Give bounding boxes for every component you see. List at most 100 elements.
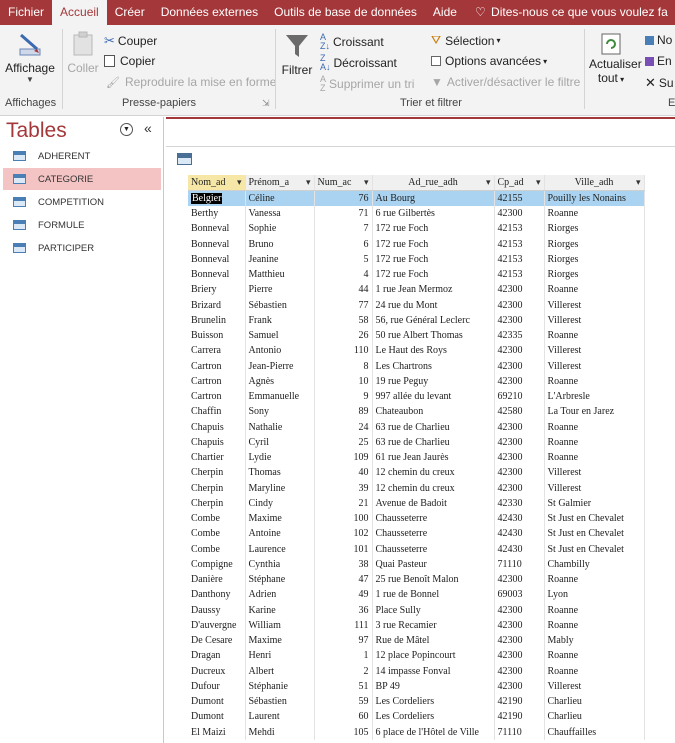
table-cell[interactable]: Bonneval xyxy=(188,267,246,283)
table-cell[interactable]: 3 rue Recamier xyxy=(372,617,495,633)
filter-button[interactable]: Filtrer xyxy=(280,33,314,93)
table-cell[interactable]: Roanne xyxy=(544,663,645,679)
table-cell[interactable]: Roanne xyxy=(544,602,645,618)
table-row[interactable]: Chartier Lydie 109 61 rue Jean Jaurès 42300 R… xyxy=(188,450,645,466)
table-cell[interactable]: 71110 xyxy=(494,724,545,740)
table-cell[interactable]: 42300 xyxy=(494,373,545,389)
table-row[interactable]: Danthony Adrien 49 1 rue de Bonnel 69003 Lyon xyxy=(188,587,645,603)
table-cell[interactable]: 42300 xyxy=(494,617,545,633)
table-cell[interactable]: 42300 xyxy=(494,358,545,374)
table-cell[interactable]: Antoine xyxy=(245,526,315,542)
chevron-down-icon[interactable]: ▾ xyxy=(306,175,311,190)
table-cell[interactable]: William xyxy=(245,617,315,633)
table-cell[interactable]: 42580 xyxy=(494,404,545,420)
table-cell[interactable]: 63 rue de Charlieu xyxy=(372,419,495,435)
table-row[interactable]: Ducreux Albert 2 14 impasse Fonval 42300 Roan… xyxy=(188,663,645,679)
chevron-down-icon[interactable]: ▾ xyxy=(364,175,369,190)
table-cell[interactable]: Cartron xyxy=(188,358,246,374)
table-cell[interactable]: 19 rue Peguy xyxy=(372,373,495,389)
table-cell[interactable]: Berthy xyxy=(188,206,246,222)
table-cell[interactable]: Jean-Pierre xyxy=(245,358,315,374)
table-cell[interactable]: Riorges xyxy=(544,221,645,237)
table-cell[interactable]: 12 chemin du creux xyxy=(372,465,495,481)
table-cell[interactable]: 101 xyxy=(314,541,373,557)
table-row[interactable]: Belgier Céline 76 Au Bourg 42155 Pouilly les … xyxy=(188,190,645,206)
table-cell[interactable]: 10 xyxy=(314,373,373,389)
table-cell[interactable]: Céline xyxy=(245,190,315,206)
table-cell[interactable]: Danthony xyxy=(188,587,246,603)
table-cell[interactable]: 89 xyxy=(314,404,373,420)
table-cell[interactable]: Albert xyxy=(245,663,315,679)
table-cell[interactable]: 60 xyxy=(314,709,373,725)
table-cell[interactable]: Laurence xyxy=(245,541,315,557)
table-cell[interactable]: Cherpin xyxy=(188,480,246,496)
table-cell[interactable]: 42300 xyxy=(494,602,545,618)
save-record-button[interactable]: En xyxy=(645,54,672,68)
table-cell[interactable]: Sébastien xyxy=(245,297,315,313)
table-cell[interactable]: 102 xyxy=(314,526,373,542)
table-cell[interactable]: 42300 xyxy=(494,450,545,466)
table-cell[interactable]: Emmanuelle xyxy=(245,389,315,405)
table-row[interactable]: Chapuis Nathalie 24 63 rue de Charlieu 42300… xyxy=(188,419,645,435)
table-cell[interactable]: 8 xyxy=(314,358,373,374)
table-row[interactable]: Cartron Agnès 10 19 rue Peguy 42300 Roanne xyxy=(188,373,645,389)
table-cell[interactable]: Cyril xyxy=(245,434,315,450)
nav-item-adherent[interactable]: ADHERENT xyxy=(3,145,161,167)
table-cell[interactable]: Chauffailles xyxy=(544,724,645,740)
table-cell[interactable]: Place Sully xyxy=(372,602,495,618)
table-row[interactable]: Dufour Stéphanie 51 BP 49 42300 Villerest xyxy=(188,678,645,694)
remove-sort-button[interactable]: A Z Supprimer un tri xyxy=(320,75,414,93)
table-cell[interactable]: Cherpin xyxy=(188,465,246,481)
table-cell[interactable]: 1 rue de Bonnel xyxy=(372,587,495,603)
table-cell[interactable]: 47 xyxy=(314,572,373,588)
table-cell[interactable]: 40 xyxy=(314,465,373,481)
table-row[interactable]: Daussy Karine 36 Place Sully 42300 Roanne xyxy=(188,602,645,618)
column-header-ville-adh[interactable]: Ville_adh ▾ xyxy=(544,175,645,191)
table-row[interactable]: Compigne Cynthia 38 Quai Pasteur 71110 Chambi… xyxy=(188,556,645,572)
table-row[interactable]: Bonneval Matthieu 4 172 rue Foch 42153 Riorge… xyxy=(188,267,645,283)
nav-item-formule[interactable]: FORMULE xyxy=(3,214,161,236)
table-cell[interactable]: Rue de Mâtel xyxy=(372,633,495,649)
table-cell[interactable]: 1 xyxy=(314,648,373,664)
table-cell[interactable]: 6 xyxy=(314,236,373,252)
chevron-down-icon[interactable]: ▾ xyxy=(536,175,541,190)
table-cell[interactable]: Stéphanie xyxy=(245,678,315,694)
table-cell[interactable]: Villerest xyxy=(544,358,645,374)
table-cell[interactable]: 42190 xyxy=(494,709,545,725)
table-cell[interactable]: Villerest xyxy=(544,312,645,328)
table-cell[interactable]: Mably xyxy=(544,633,645,649)
table-cell[interactable]: 42153 xyxy=(494,251,545,267)
table-cell[interactable]: Chartier xyxy=(188,450,246,466)
copy-button[interactable]: Copier xyxy=(104,54,155,68)
table-cell[interactable]: De Cesare xyxy=(188,633,246,649)
table-cell[interactable]: 42190 xyxy=(494,694,545,710)
table-cell[interactable]: 12 chemin du creux xyxy=(372,480,495,496)
table-row[interactable]: Cherpin Maryline 39 12 chemin du creux 42300… xyxy=(188,480,645,496)
table-cell[interactable]: Agnès xyxy=(245,373,315,389)
table-cell[interactable]: Compigne xyxy=(188,556,246,572)
table-cell[interactable]: 6 place de l'Hôtel de Ville xyxy=(372,724,495,740)
table-cell[interactable]: 172 rue Foch xyxy=(372,267,495,283)
table-cell[interactable]: Bonneval xyxy=(188,251,246,267)
column-header-nom-ad[interactable]: Nom_ad ▾ xyxy=(188,175,246,191)
table-cell[interactable]: 9 xyxy=(314,389,373,405)
table-cell[interactable]: 172 rue Foch xyxy=(372,221,495,237)
new-record-button[interactable]: No xyxy=(645,33,672,47)
table-cell[interactable]: Combe xyxy=(188,511,246,527)
table-row[interactable]: Cherpin Thomas 40 12 chemin du creux 42300 Vi… xyxy=(188,465,645,481)
table-cell[interactable]: Lyon xyxy=(544,587,645,603)
table-cell[interactable]: 42430 xyxy=(494,526,545,542)
table-cell[interactable]: Karine xyxy=(245,602,315,618)
table-cell[interactable]: Roanne xyxy=(544,572,645,588)
table-cell[interactable]: Villerest xyxy=(544,343,645,359)
table-cell[interactable]: Sébastien xyxy=(245,694,315,710)
table-row[interactable]: Chaffin Sony 89 Chateaubon 42580 La Tour en J… xyxy=(188,404,645,420)
table-cell[interactable]: Villerest xyxy=(544,480,645,496)
table-cell[interactable]: 2 xyxy=(314,663,373,679)
table-cell[interactable]: Les Cordeliers xyxy=(372,694,495,710)
table-cell[interactable]: Stéphane xyxy=(245,572,315,588)
table-cell[interactable]: Frank xyxy=(245,312,315,328)
table-row[interactable]: Cherpin Cindy 21 Avenue de Badoit 42330 St Ga… xyxy=(188,495,645,511)
table-row[interactable]: Bonneval Sophie 7 172 rue Foch 42153 Riorges xyxy=(188,221,645,237)
table-cell[interactable]: D'auvergne xyxy=(188,617,246,633)
